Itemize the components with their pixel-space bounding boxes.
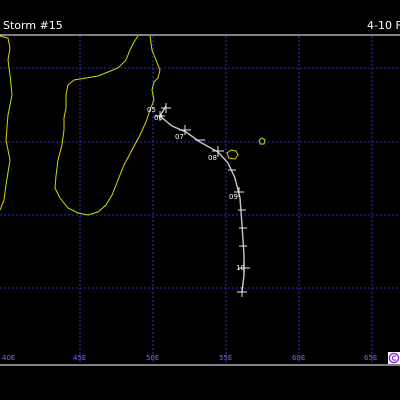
track-date-label: 05 (147, 106, 156, 114)
longitude-label: 60E (292, 354, 305, 362)
track-date-label: 09 (229, 193, 238, 201)
longitude-label: 45E (73, 354, 86, 362)
storm-track-map: Storm #15 4-10 F 05 06 07 08 09 10 40E 4… (0, 0, 400, 400)
longitude-label: 40E (2, 354, 15, 362)
track-date-label: 10 (236, 264, 245, 272)
map-background (0, 0, 400, 400)
track-date-label: 06 (154, 114, 163, 122)
date-range: 4-10 F (367, 19, 400, 32)
longitude-label: 65E (364, 354, 377, 362)
track-date-label: 08 (208, 154, 217, 162)
track-date-label: 07 (175, 133, 184, 141)
longitude-label: 50E (146, 354, 159, 362)
longitude-label: 55E (219, 354, 232, 362)
storm-title: Storm #15 (3, 19, 63, 32)
copyright-logo-icon (388, 352, 400, 364)
